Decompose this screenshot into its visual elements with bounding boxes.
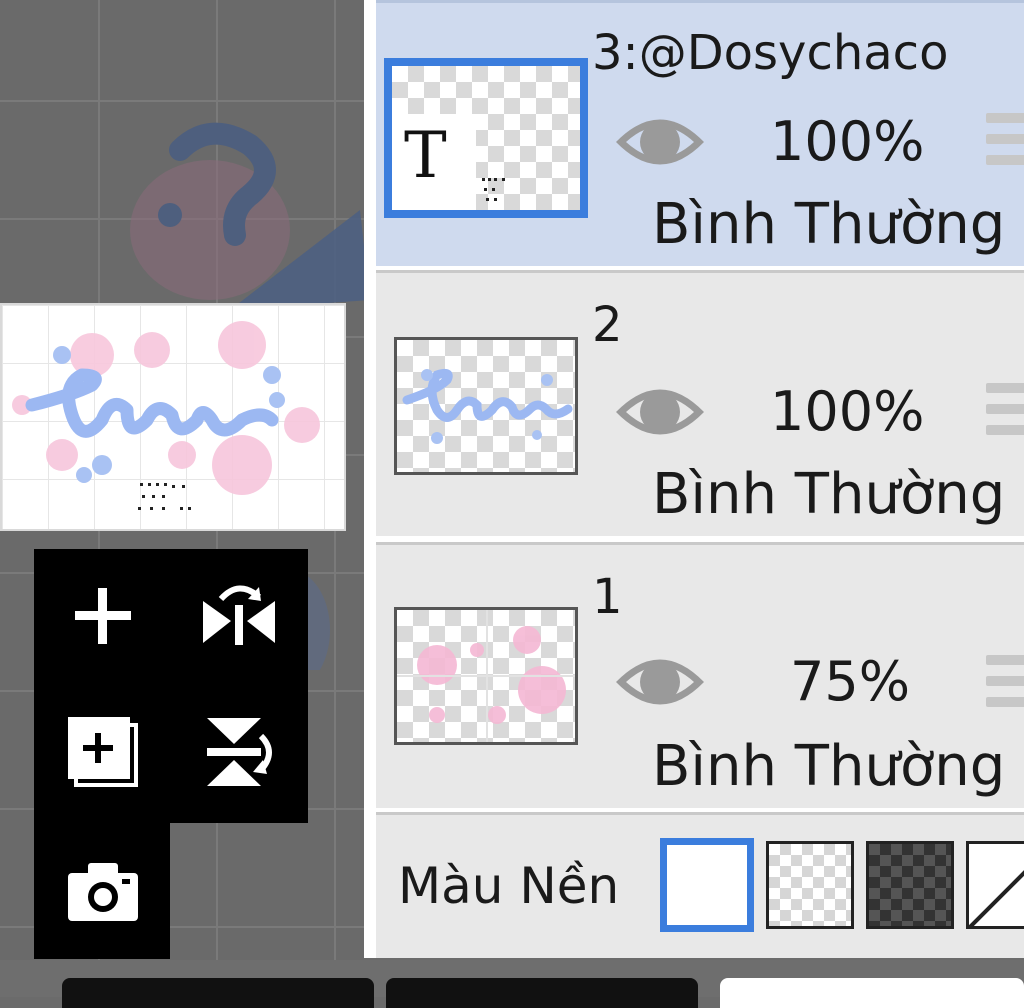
layer-row-3[interactable]: T 3:@Dosychaco 100% Bình Thường: [376, 0, 1024, 266]
drag-handle-2[interactable]: [986, 383, 1024, 443]
layer-name-1: 1: [592, 569, 623, 625]
diagonal-line-icon: [969, 870, 1024, 926]
eye-icon[interactable]: [612, 647, 708, 717]
camera-icon: [68, 863, 138, 921]
background-color-row: Màu Nền: [376, 812, 1024, 958]
layer-1-preview: [397, 610, 575, 742]
layer-blend-mode-1[interactable]: Bình Thường: [652, 739, 1005, 795]
bottom-tab-1[interactable]: [62, 978, 374, 1008]
layer-thumbnail-2[interactable]: [394, 337, 578, 475]
layer-blend-mode-2[interactable]: Bình Thường: [652, 467, 1005, 523]
duplicate-layer-button[interactable]: [58, 707, 148, 797]
canvas-preview-thumbnail[interactable]: [0, 303, 346, 531]
layer-opacity-3: 100%: [770, 110, 925, 173]
plus-icon: [75, 588, 131, 644]
layer-panel: T 3:@Dosychaco 100% Bình Thường 2 100% B…: [364, 0, 1024, 958]
background-swatch-transparent-dark[interactable]: [866, 841, 954, 929]
add-layer-icon: [68, 717, 138, 787]
camera-import-button[interactable]: [58, 847, 148, 937]
layer-blend-mode-3[interactable]: Bình Thường: [652, 197, 1005, 253]
add-layer-button[interactable]: [58, 571, 148, 661]
layer-row-1[interactable]: 1 75% Bình Thường: [376, 542, 1024, 808]
layer-2-preview: [402, 368, 573, 444]
background-swatch-white[interactable]: [660, 838, 754, 932]
layer-name-2: 2: [592, 297, 623, 353]
flip-vertical-button[interactable]: [194, 707, 284, 797]
preview-artwork: [12, 321, 320, 510]
layer-row-2[interactable]: 2 100% Bình Thường: [376, 270, 1024, 536]
layer-opacity-1: 75%: [790, 650, 911, 713]
flip-vertical-icon: [207, 718, 272, 786]
layer-thumbnail-3[interactable]: T: [384, 58, 588, 218]
flip-horizontal-button[interactable]: [194, 571, 284, 661]
text-layer-icon: T: [404, 119, 447, 193]
drag-handle-3[interactable]: [986, 113, 1024, 173]
canvas-area[interactable]: [0, 0, 1024, 1008]
drag-handle-1[interactable]: [986, 655, 1024, 715]
bottom-tab-3[interactable]: [720, 978, 1024, 1008]
eye-icon[interactable]: [612, 107, 708, 177]
layer-thumbnail-1[interactable]: [394, 607, 578, 745]
layer-opacity-2: 100%: [770, 380, 925, 443]
flip-horizontal-icon: [203, 585, 275, 645]
background-swatch-transparent-light[interactable]: [766, 841, 854, 929]
bottom-toolbar: [0, 960, 1024, 1008]
layer-name-3: 3:@Dosychaco: [592, 25, 949, 81]
background-color-label: Màu Nền: [398, 857, 620, 915]
text-layer-preview-dots: [482, 178, 505, 201]
bottom-tab-2[interactable]: [386, 978, 698, 1008]
background-swatch-diagonal[interactable]: [966, 841, 1024, 929]
eye-icon[interactable]: [612, 377, 708, 447]
